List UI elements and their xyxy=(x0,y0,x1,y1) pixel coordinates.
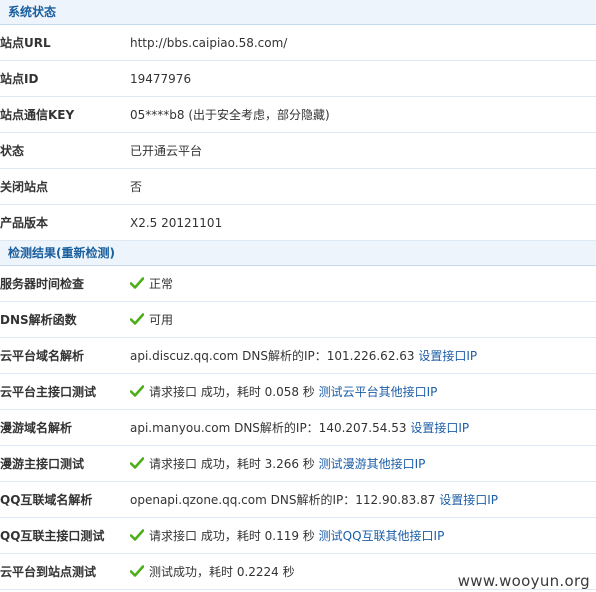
status-row-value: X2.5 20121101 xyxy=(130,204,596,241)
check-row: DNS解析函数 可用 xyxy=(0,301,596,338)
check-results-title: 检测结果 xyxy=(8,246,57,260)
check-row: 云平台主接口测试 请求接口 成功，耗时 0.058 秒 测试云平台其他接口IP xyxy=(0,373,596,410)
check-row-value-cell: openapi.qzone.qq.com DNS解析的IP：112.90.83.… xyxy=(130,481,596,518)
check-results-header: 检测结果(重新检测) xyxy=(0,241,596,266)
check-icon xyxy=(130,313,145,325)
status-row-value: http://bbs.caipiao.58.com/ xyxy=(130,25,596,61)
system-status-table: 站点URL http://bbs.caipiao.58.com/站点ID 19477… xyxy=(0,25,596,241)
status-row-value: 05****b8 (出于安全考虑，部分隐藏) xyxy=(130,96,596,133)
check-row-link[interactable]: 测试云平台其他接口IP xyxy=(319,385,438,399)
check-row-value-cell: api.discuz.qq.com DNS解析的IP：101.226.62.63… xyxy=(130,337,596,374)
status-row: 状态 已开通云平台 xyxy=(0,132,596,169)
check-row-link[interactable]: 测试QQ互联其他接口IP xyxy=(319,529,445,543)
check-row-value: api.manyou.com DNS解析的IP：140.207.54.53 xyxy=(130,421,407,435)
check-results-table: 服务器时间检查 正常 DNS解析函数 可用云平台域名解析 api.discuz.qq.c… xyxy=(0,266,596,590)
check-row-label: 漫游主接口测试 xyxy=(0,445,130,482)
check-row-value: openapi.qzone.qq.com DNS解析的IP：112.90.83.… xyxy=(130,493,436,507)
check-row: 服务器时间检查 正常 xyxy=(0,266,596,302)
check-row: 云平台域名解析 api.discuz.qq.com DNS解析的IP：101.22… xyxy=(0,337,596,374)
check-row-label: DNS解析函数 xyxy=(0,301,130,338)
status-row-label: 站点ID xyxy=(0,60,130,97)
check-row-value-cell: 可用 xyxy=(130,301,596,338)
check-row-value-cell: 请求接口 成功，耗时 0.058 秒 测试云平台其他接口IP xyxy=(130,373,596,410)
check-row-value: 请求接口 成功，耗时 0.119 秒 xyxy=(149,529,315,543)
check-row-link[interactable]: 设置接口IP xyxy=(418,349,477,363)
status-row-label: 状态 xyxy=(0,132,130,169)
check-row-link[interactable]: 设置接口IP xyxy=(410,421,469,435)
check-row-value-cell: 正常 xyxy=(130,266,596,302)
check-row-value-cell: 请求接口 成功，耗时 3.266 秒 测试漫游其他接口IP xyxy=(130,445,596,482)
check-row-value-cell: api.manyou.com DNS解析的IP：140.207.54.53 设置… xyxy=(130,409,596,446)
check-row-label: 云平台到站点测试 xyxy=(0,553,130,590)
system-status-title: 系统状态 xyxy=(8,5,57,19)
check-row-value-cell: 请求接口 成功，耗时 0.119 秒 测试QQ互联其他接口IP xyxy=(130,517,596,554)
recheck-link[interactable]: (重新检测) xyxy=(56,246,115,260)
status-row: 站点通信KEY 05****b8 (出于安全考虑，部分隐藏) xyxy=(0,96,596,133)
check-icon xyxy=(130,385,145,397)
check-row-value: api.discuz.qq.com DNS解析的IP：101.226.62.63 xyxy=(130,349,415,363)
check-row-value: 正常 xyxy=(149,277,174,291)
check-row-label: 云平台主接口测试 xyxy=(0,373,130,410)
check-icon xyxy=(130,457,145,469)
check-icon xyxy=(130,277,145,289)
check-row-link[interactable]: 设置接口IP xyxy=(439,493,498,507)
check-row-value: 请求接口 成功，耗时 0.058 秒 xyxy=(149,385,315,399)
watermark: www.wooyun.org xyxy=(457,572,590,590)
check-icon xyxy=(130,565,145,577)
check-row: QQ互联主接口测试 请求接口 成功，耗时 0.119 秒 测试QQ互联其他接口IP xyxy=(0,517,596,554)
check-row-value: 可用 xyxy=(149,313,174,327)
status-row-label: 产品版本 xyxy=(0,204,130,241)
check-row-label: 云平台域名解析 xyxy=(0,337,130,374)
system-status-header: 系统状态 xyxy=(0,0,596,25)
check-row-link[interactable]: 测试漫游其他接口IP xyxy=(319,457,426,471)
status-row-value: 19477976 xyxy=(130,60,596,97)
check-row-label: 漫游域名解析 xyxy=(0,409,130,446)
check-row-label: QQ互联域名解析 xyxy=(0,481,130,518)
check-icon xyxy=(130,529,145,541)
status-row: 站点URL http://bbs.caipiao.58.com/ xyxy=(0,25,596,61)
status-row: 产品版本 X2.5 20121101 xyxy=(0,204,596,241)
check-row-label: 服务器时间检查 xyxy=(0,266,130,302)
status-row: 站点ID 19477976 xyxy=(0,60,596,97)
check-row: 漫游主接口测试 请求接口 成功，耗时 3.266 秒 测试漫游其他接口IP xyxy=(0,445,596,482)
check-row: 漫游域名解析 api.manyou.com DNS解析的IP：140.207.54… xyxy=(0,409,596,446)
check-row-value: 测试成功，耗时 0.2224 秒 xyxy=(149,565,295,579)
status-row-label: 关闭站点 xyxy=(0,168,130,205)
check-row-label: QQ互联主接口测试 xyxy=(0,517,130,554)
status-row-value: 已开通云平台 xyxy=(130,132,596,169)
check-row-value: 请求接口 成功，耗时 3.266 秒 xyxy=(149,457,315,471)
status-row: 关闭站点否 xyxy=(0,168,596,205)
status-row-label: 站点通信KEY xyxy=(0,96,130,133)
status-row-value: 否 xyxy=(130,168,596,205)
status-row-label: 站点URL xyxy=(0,25,130,61)
check-row: QQ互联域名解析 openapi.qzone.qq.com DNS解析的IP：11… xyxy=(0,481,596,518)
